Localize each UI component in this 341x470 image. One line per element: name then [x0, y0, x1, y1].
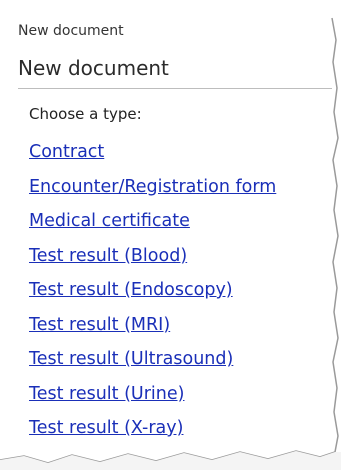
- list-item: Test result (Blood): [29, 244, 276, 279]
- type-link-test-result-mri[interactable]: Test result (MRI): [29, 315, 170, 335]
- type-link-test-result-x-ray[interactable]: Test result (X-ray): [29, 418, 183, 438]
- list-item: Test result (Urine): [29, 382, 276, 417]
- type-link-contract[interactable]: Contract: [29, 142, 104, 162]
- list-item: Test result (Ultrasound): [29, 347, 276, 382]
- type-link-encounter-registration-form[interactable]: Encounter/Registration form: [29, 177, 276, 197]
- type-link-test-result-blood[interactable]: Test result (Blood): [29, 246, 187, 266]
- type-link-test-result-endoscopy[interactable]: Test result (Endoscopy): [29, 280, 233, 300]
- divider: [18, 88, 332, 89]
- document-type-list: Contract Encounter/Registration form Med…: [29, 140, 276, 451]
- choose-type-label: Choose a type:: [29, 105, 142, 123]
- list-item: Medical certificate: [29, 209, 276, 244]
- header-caption: New document: [18, 23, 124, 39]
- list-item: Encounter/Registration form: [29, 175, 276, 210]
- type-link-test-result-urine[interactable]: Test result (Urine): [29, 384, 184, 404]
- list-item: Test result (Endoscopy): [29, 278, 276, 313]
- list-item: Test result (MRI): [29, 313, 276, 348]
- new-document-popup: New document New document Choose a type:…: [0, 0, 335, 470]
- list-item: Test result (X-ray): [29, 416, 276, 451]
- list-item: Contract: [29, 140, 276, 175]
- type-link-test-result-ultrasound[interactable]: Test result (Ultrasound): [29, 349, 233, 369]
- type-link-medical-certificate[interactable]: Medical certificate: [29, 211, 190, 231]
- header-title: New document: [18, 56, 169, 80]
